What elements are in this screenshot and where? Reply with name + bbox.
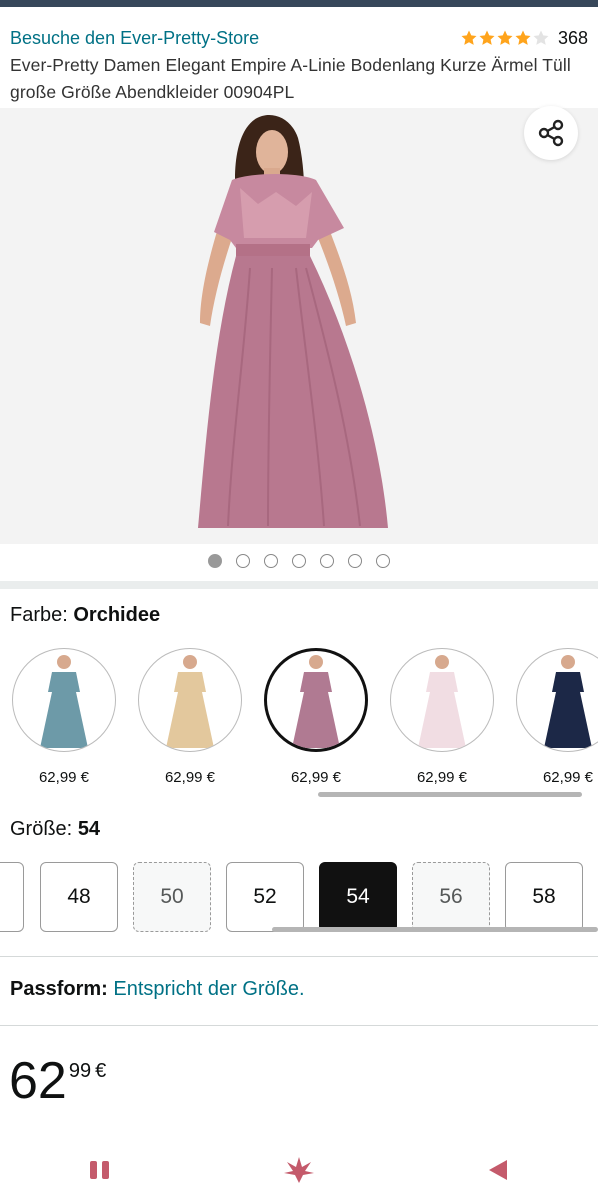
color-swatch[interactable]: 62,99 € xyxy=(516,648,598,786)
star-empty-icon xyxy=(533,30,549,45)
share-icon xyxy=(538,119,564,147)
fit-info: Passform: Entspricht der Größe. xyxy=(10,978,305,1001)
fit-label: Passform: xyxy=(10,978,108,1000)
back-icon xyxy=(489,1160,508,1180)
product-image-gallery[interactable] xyxy=(0,108,598,544)
price-whole: 62 xyxy=(9,1052,67,1110)
size-option[interactable]: 52 xyxy=(226,862,304,932)
color-swatch[interactable]: 62,99 € xyxy=(390,648,494,786)
color-swatch[interactable]: 62,99 € xyxy=(264,648,368,786)
gallery-pagination xyxy=(0,554,598,568)
home-button[interactable] xyxy=(269,1145,329,1195)
size-option[interactable]: 54 xyxy=(319,862,397,932)
size-option[interactable]: 50 xyxy=(133,862,211,932)
price: 62 99 € xyxy=(9,1052,106,1110)
swatch-scrollbar[interactable] xyxy=(318,792,582,797)
star-icon xyxy=(515,30,531,45)
size-option-partial[interactable] xyxy=(0,862,24,932)
size-option[interactable]: 58 xyxy=(505,862,583,932)
swatch-image xyxy=(264,648,368,752)
swatch-image xyxy=(12,648,116,752)
product-image xyxy=(0,108,598,544)
color-label-text: Farbe: xyxy=(10,604,68,626)
swatch-price: 62,99 € xyxy=(38,769,90,786)
swatch-price: 62,99 € xyxy=(416,769,468,786)
size-option[interactable]: 48 xyxy=(40,862,118,932)
rating-count: 368 xyxy=(557,27,588,48)
size-selection-label: Größe: 54 xyxy=(10,818,100,841)
color-swatches: 62,99 € 62,99 € 62,99 € 62,99 € 62,99 € xyxy=(0,648,598,798)
selected-color: Orchidee xyxy=(73,604,161,626)
fit-value-link[interactable]: Entspricht der Größe. xyxy=(113,978,304,1000)
swatch-image xyxy=(138,648,242,752)
share-button[interactable] xyxy=(524,106,578,160)
divider xyxy=(0,1025,598,1026)
rating[interactable]: 368 xyxy=(460,28,588,49)
divider xyxy=(0,956,598,957)
size-scrollbar[interactable] xyxy=(272,927,598,932)
gallery-dot[interactable] xyxy=(376,554,390,568)
section-divider xyxy=(0,581,598,589)
gallery-dot[interactable] xyxy=(292,554,306,568)
size-options: 48 50 52 54 56 58 xyxy=(0,862,598,934)
gallery-dot[interactable] xyxy=(236,554,250,568)
swatch-image xyxy=(516,648,598,752)
selected-size: 54 xyxy=(77,818,101,840)
swatch-price: 62,99 € xyxy=(290,769,342,786)
swatch-price: 62,99 € xyxy=(542,769,594,786)
price-fraction: 99 xyxy=(68,1060,92,1082)
swatch-price: 62,99 € xyxy=(164,769,216,786)
system-navigation-bar xyxy=(0,1140,598,1200)
star-icon xyxy=(479,30,495,45)
product-title: Ever-Pretty Damen Elegant Empire A-Linie… xyxy=(10,55,571,102)
store-row: Besuche den Ever-Pretty-Store 368 xyxy=(10,24,588,52)
color-swatch[interactable]: 62,99 € xyxy=(12,648,116,786)
gallery-dot[interactable] xyxy=(264,554,278,568)
product-header: Besuche den Ever-Pretty-Store 368 Ever-P… xyxy=(0,24,598,106)
price-currency: € xyxy=(95,1060,107,1082)
gallery-dot[interactable] xyxy=(348,554,362,568)
recent-apps-button[interactable] xyxy=(70,1145,130,1195)
swatch-image xyxy=(390,648,494,752)
home-lotus-icon xyxy=(283,1157,314,1183)
star-icon xyxy=(461,30,477,45)
star-rating xyxy=(460,29,550,47)
top-status-strip xyxy=(0,0,598,7)
star-icon xyxy=(497,30,513,45)
color-selection-label: Farbe: Orchidee xyxy=(10,604,160,627)
store-link[interactable]: Besuche den Ever-Pretty-Store xyxy=(10,28,259,49)
size-label-text: Größe: xyxy=(10,818,73,840)
gallery-dot[interactable] xyxy=(320,554,334,568)
color-swatch[interactable]: 62,99 € xyxy=(138,648,242,786)
size-option[interactable]: 56 xyxy=(412,862,490,932)
gallery-dot[interactable] xyxy=(208,554,222,568)
recent-apps-icon xyxy=(89,1161,109,1179)
back-button[interactable] xyxy=(468,1145,528,1195)
